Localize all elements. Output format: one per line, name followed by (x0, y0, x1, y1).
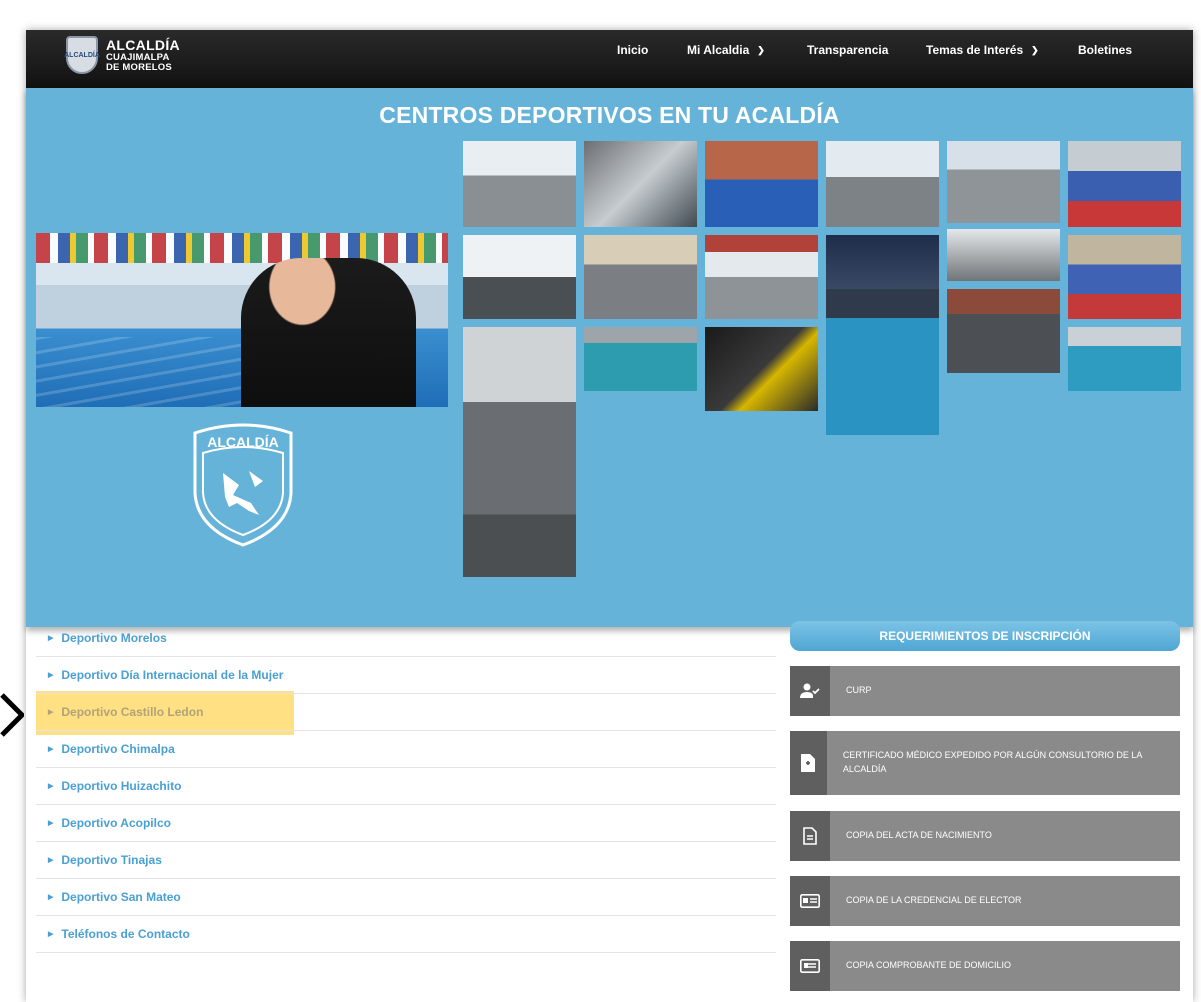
top-navbar: ALCALDÍA ALCALDÍA CUAJIMALPA DE MORELOS … (26, 30, 1193, 88)
requirement-text: COPIA DE LA CREDENCIAL DE ELECTOR (846, 895, 1022, 906)
flags-decoration (36, 233, 448, 263)
list-item-deportivo-morelos[interactable]: ▶ Deportivo Morelos (36, 620, 776, 657)
requirement-text: CURP (846, 685, 872, 696)
requirement-text: CERTIFICADO MÉDICO EXPEDIDO POR ALGÚN CO… (842, 750, 1142, 774)
gallery-photo[interactable] (947, 289, 1060, 373)
nav-inicio[interactable]: Inicio (617, 43, 677, 57)
requirement-comprobante-domicilio: COPIA COMPROBANTE DE DOMICILIO (790, 941, 1180, 991)
requirement-acta-nacimiento: COPIA DEL ACTA DE NACIMIENTO (790, 811, 1180, 861)
gallery-photo[interactable] (705, 327, 818, 411)
list-item-label: Deportivo Castillo Ledon (61, 705, 204, 719)
caret-right-icon: ▶ (48, 709, 54, 716)
list-item-label: Teléfonos de Contacto (61, 927, 190, 941)
logo-line-2: CUAJIMALPA (106, 51, 170, 63)
pool-lanes (36, 337, 275, 407)
document-icon (790, 811, 830, 861)
caret-right-icon: ▶ (48, 857, 54, 864)
gallery-photo[interactable] (1068, 141, 1181, 227)
requirement-text: COPIA DEL ACTA DE NACIMIENTO (846, 830, 992, 841)
nav-transparencia[interactable]: Transparencia (807, 43, 907, 57)
gallery-photo[interactable] (463, 235, 576, 319)
caret-right-icon: ▶ (48, 820, 54, 827)
list-item-deportivo-acopilco[interactable]: ▶ Deportivo Acopilco (36, 805, 776, 842)
caret-right-icon: ▶ (48, 783, 54, 790)
list-item-deportivo-san-mateo[interactable]: ▶ Deportivo San Mateo (36, 879, 776, 916)
nav-boletines[interactable]: Boletines (1078, 43, 1148, 57)
caret-right-icon: ▶ (48, 635, 54, 642)
caret-right-icon: ▶ (48, 672, 54, 679)
page: ALCALDÍA ALCALDÍA CUAJIMALPA DE MORELOS … (26, 30, 1193, 1002)
address-card-icon (790, 941, 830, 991)
emblem-top-text: ALCALDÍA (207, 434, 279, 450)
list-item-label: Deportivo Huizachito (61, 779, 182, 793)
gallery-photo[interactable] (947, 141, 1060, 223)
gallery-photo[interactable] (584, 327, 697, 391)
gallery-photo[interactable] (1068, 327, 1181, 391)
list-item-label: Deportivo Día Internacional de la Mujer (61, 668, 284, 682)
logo-line-3: DE MORELOS (106, 62, 172, 73)
pointer-arrow-icon (0, 693, 24, 737)
nav-inicio-label: Inicio (617, 43, 649, 57)
requirement-curp: CURP (790, 666, 1180, 716)
requirements-title: REQUERIMIENTOS DE INSCRIPCIÓN (790, 621, 1180, 651)
alcaldia-emblem-icon: ALCALDÍA (193, 423, 293, 547)
nav-mi-alcaldia[interactable]: Mi Alcaldia ❯ (687, 43, 787, 57)
list-item-deportivo-tinajas[interactable]: ▶ Deportivo Tinajas (36, 842, 776, 879)
list-item-label: Deportivo Acopilco (61, 816, 171, 830)
list-item-label: Deportivo Chimalpa (61, 742, 175, 756)
nav-temas-label: Temas de Interés (926, 43, 1024, 57)
list-item-deportivo-chimalpa[interactable]: ▶ Deportivo Chimalpa (36, 731, 776, 768)
list-item-telefonos-contacto[interactable]: ▶ Teléfonos de Contacto (36, 916, 776, 953)
featured-photo-pool (36, 233, 448, 407)
user-check-icon (790, 666, 830, 716)
chevron-down-icon: ❯ (1031, 44, 1039, 55)
chevron-down-icon: ❯ (757, 44, 765, 55)
hero-title: CENTROS DEPORTIVOS EN TU ACALDÍA (379, 102, 840, 128)
list-item-label: Deportivo San Mateo (61, 890, 181, 904)
gallery-photo[interactable] (1068, 235, 1181, 319)
caret-right-icon: ▶ (48, 931, 54, 938)
gallery-photo[interactable] (584, 235, 697, 319)
gallery-photo[interactable] (705, 235, 818, 319)
site-logo[interactable]: ALCALDÍA ALCALDÍA CUAJIMALPA DE MORELOS (64, 36, 180, 74)
caret-right-icon: ▶ (48, 894, 54, 901)
logo-badge-text: ALCALDÍA (64, 51, 100, 59)
requirement-credencial-elector: COPIA DE LA CREDENCIAL DE ELECTOR (790, 876, 1180, 926)
gallery-photo[interactable] (826, 289, 939, 435)
gallery-photo[interactable] (705, 141, 818, 227)
list-item-label: Deportivo Tinajas (61, 853, 162, 867)
person-figure (241, 258, 416, 407)
gallery-photo[interactable] (826, 141, 939, 227)
gallery-photo[interactable] (463, 141, 576, 227)
nav-temas-de-interes[interactable]: Temas de Interés ❯ (926, 43, 1046, 57)
hero-banner: CENTROS DEPORTIVOS EN TU ACALDÍA ALCALDÍ… (26, 88, 1193, 627)
logo-shield-icon: ALCALDÍA (64, 36, 100, 74)
requirement-certificado-medico: CERTIFICADO MÉDICO EXPEDIDO POR ALGÚN CO… (790, 731, 1180, 795)
nav-transparencia-label: Transparencia (807, 43, 889, 57)
list-item-deportivo-dia-internacional[interactable]: ▶ Deportivo Día Internacional de la Mujer (36, 657, 776, 694)
deportivos-list: ▶ Deportivo Morelos ▶ Deportivo Día Intern… (36, 620, 776, 953)
gallery-photo[interactable] (947, 229, 1060, 281)
gallery-photo[interactable] (584, 141, 697, 227)
nav-mi-alcaldia-label: Mi Alcaldia (687, 43, 750, 57)
list-item-deportivo-castillo-ledon[interactable]: ▶ Deportivo Castillo Ledon (36, 694, 776, 731)
logo-line-1: ALCALDÍA (106, 36, 180, 53)
requirements-panel: REQUERIMIENTOS DE INSCRIPCIÓN CURP CERTI… (790, 621, 1180, 991)
id-card-icon (790, 876, 830, 926)
requirement-text: COPIA COMPROBANTE DE DOMICILIO (846, 960, 1012, 971)
list-item-label: Deportivo Morelos (61, 631, 167, 645)
list-item-deportivo-huizachito[interactable]: ▶ Deportivo Huizachito (36, 768, 776, 805)
nav-boletines-label: Boletines (1078, 43, 1133, 57)
gallery-photo[interactable] (463, 327, 576, 577)
medical-file-icon (790, 731, 827, 795)
caret-right-icon: ▶ (48, 746, 54, 753)
